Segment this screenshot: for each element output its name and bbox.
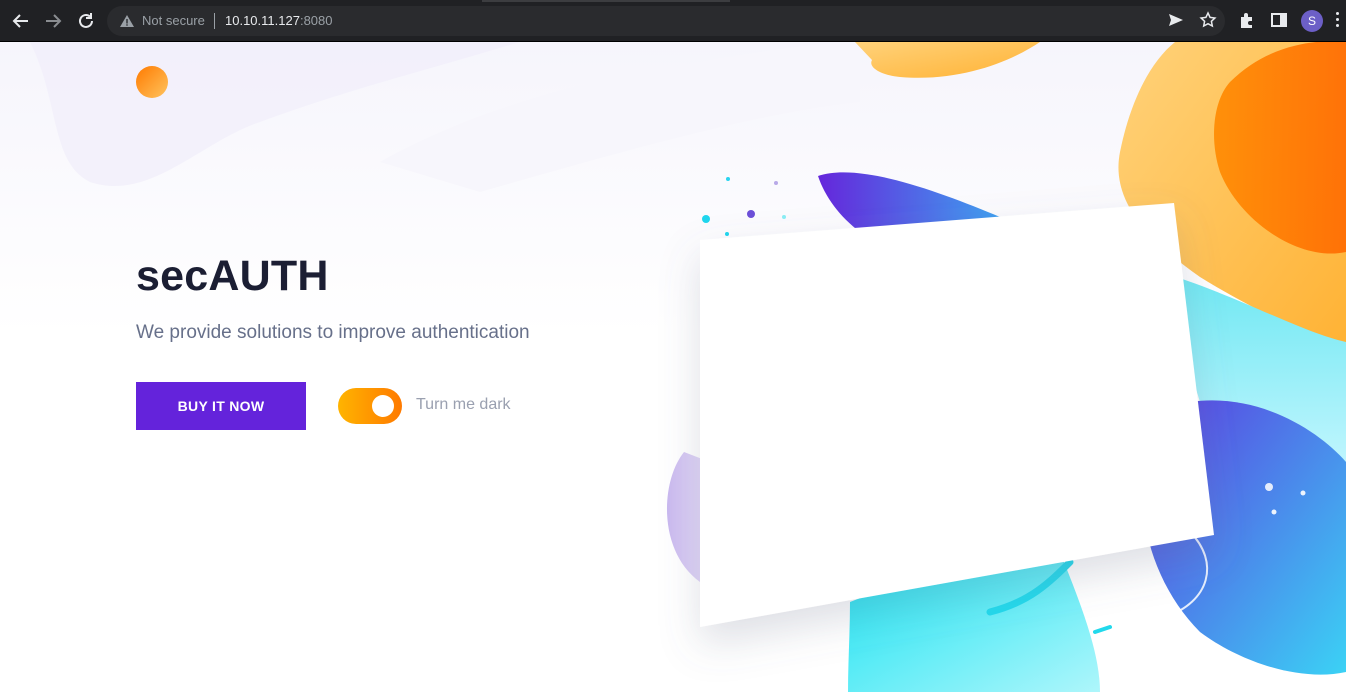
send-icon[interactable] [1166, 10, 1186, 30]
hero-card [700, 203, 1214, 627]
toggle-knob [372, 395, 394, 417]
url-port: :8080 [299, 13, 333, 28]
page-subtitle: We provide solutions to improve authenti… [136, 322, 530, 343]
warning-icon[interactable] [119, 13, 135, 29]
buy-button[interactable]: BUY IT NOW [136, 382, 306, 430]
dark-mode-label: Turn me dark [416, 396, 511, 413]
address-bar[interactable]: Not secure 10.10.11.127:8080 [107, 6, 1225, 36]
sidebar-icon[interactable] [1269, 10, 1289, 30]
forward-icon[interactable] [40, 8, 66, 34]
back-icon[interactable] [8, 8, 34, 34]
dark-mode-toggle[interactable] [338, 388, 402, 424]
profile-avatar[interactable]: S [1301, 10, 1323, 32]
divider [214, 13, 215, 29]
star-icon[interactable] [1198, 10, 1218, 30]
active-tab-indicator [482, 0, 730, 2]
browser-toolbar: Not secure 10.10.11.127:8080 S [0, 0, 1346, 42]
background-illustration [30, 42, 1346, 692]
brand-logo[interactable] [136, 66, 168, 98]
security-label[interactable]: Not secure [142, 13, 205, 28]
page-title: secAUTH [136, 252, 329, 300]
url-text[interactable]: 10.10.11.127:8080 [225, 13, 333, 28]
menu-icon[interactable] [1336, 12, 1340, 30]
url-host: 10.10.11.127 [225, 13, 300, 28]
extensions-icon[interactable] [1237, 10, 1257, 30]
reload-icon[interactable] [73, 8, 99, 34]
web-page: secAUTH We provide solutions to improve … [0, 42, 1346, 692]
